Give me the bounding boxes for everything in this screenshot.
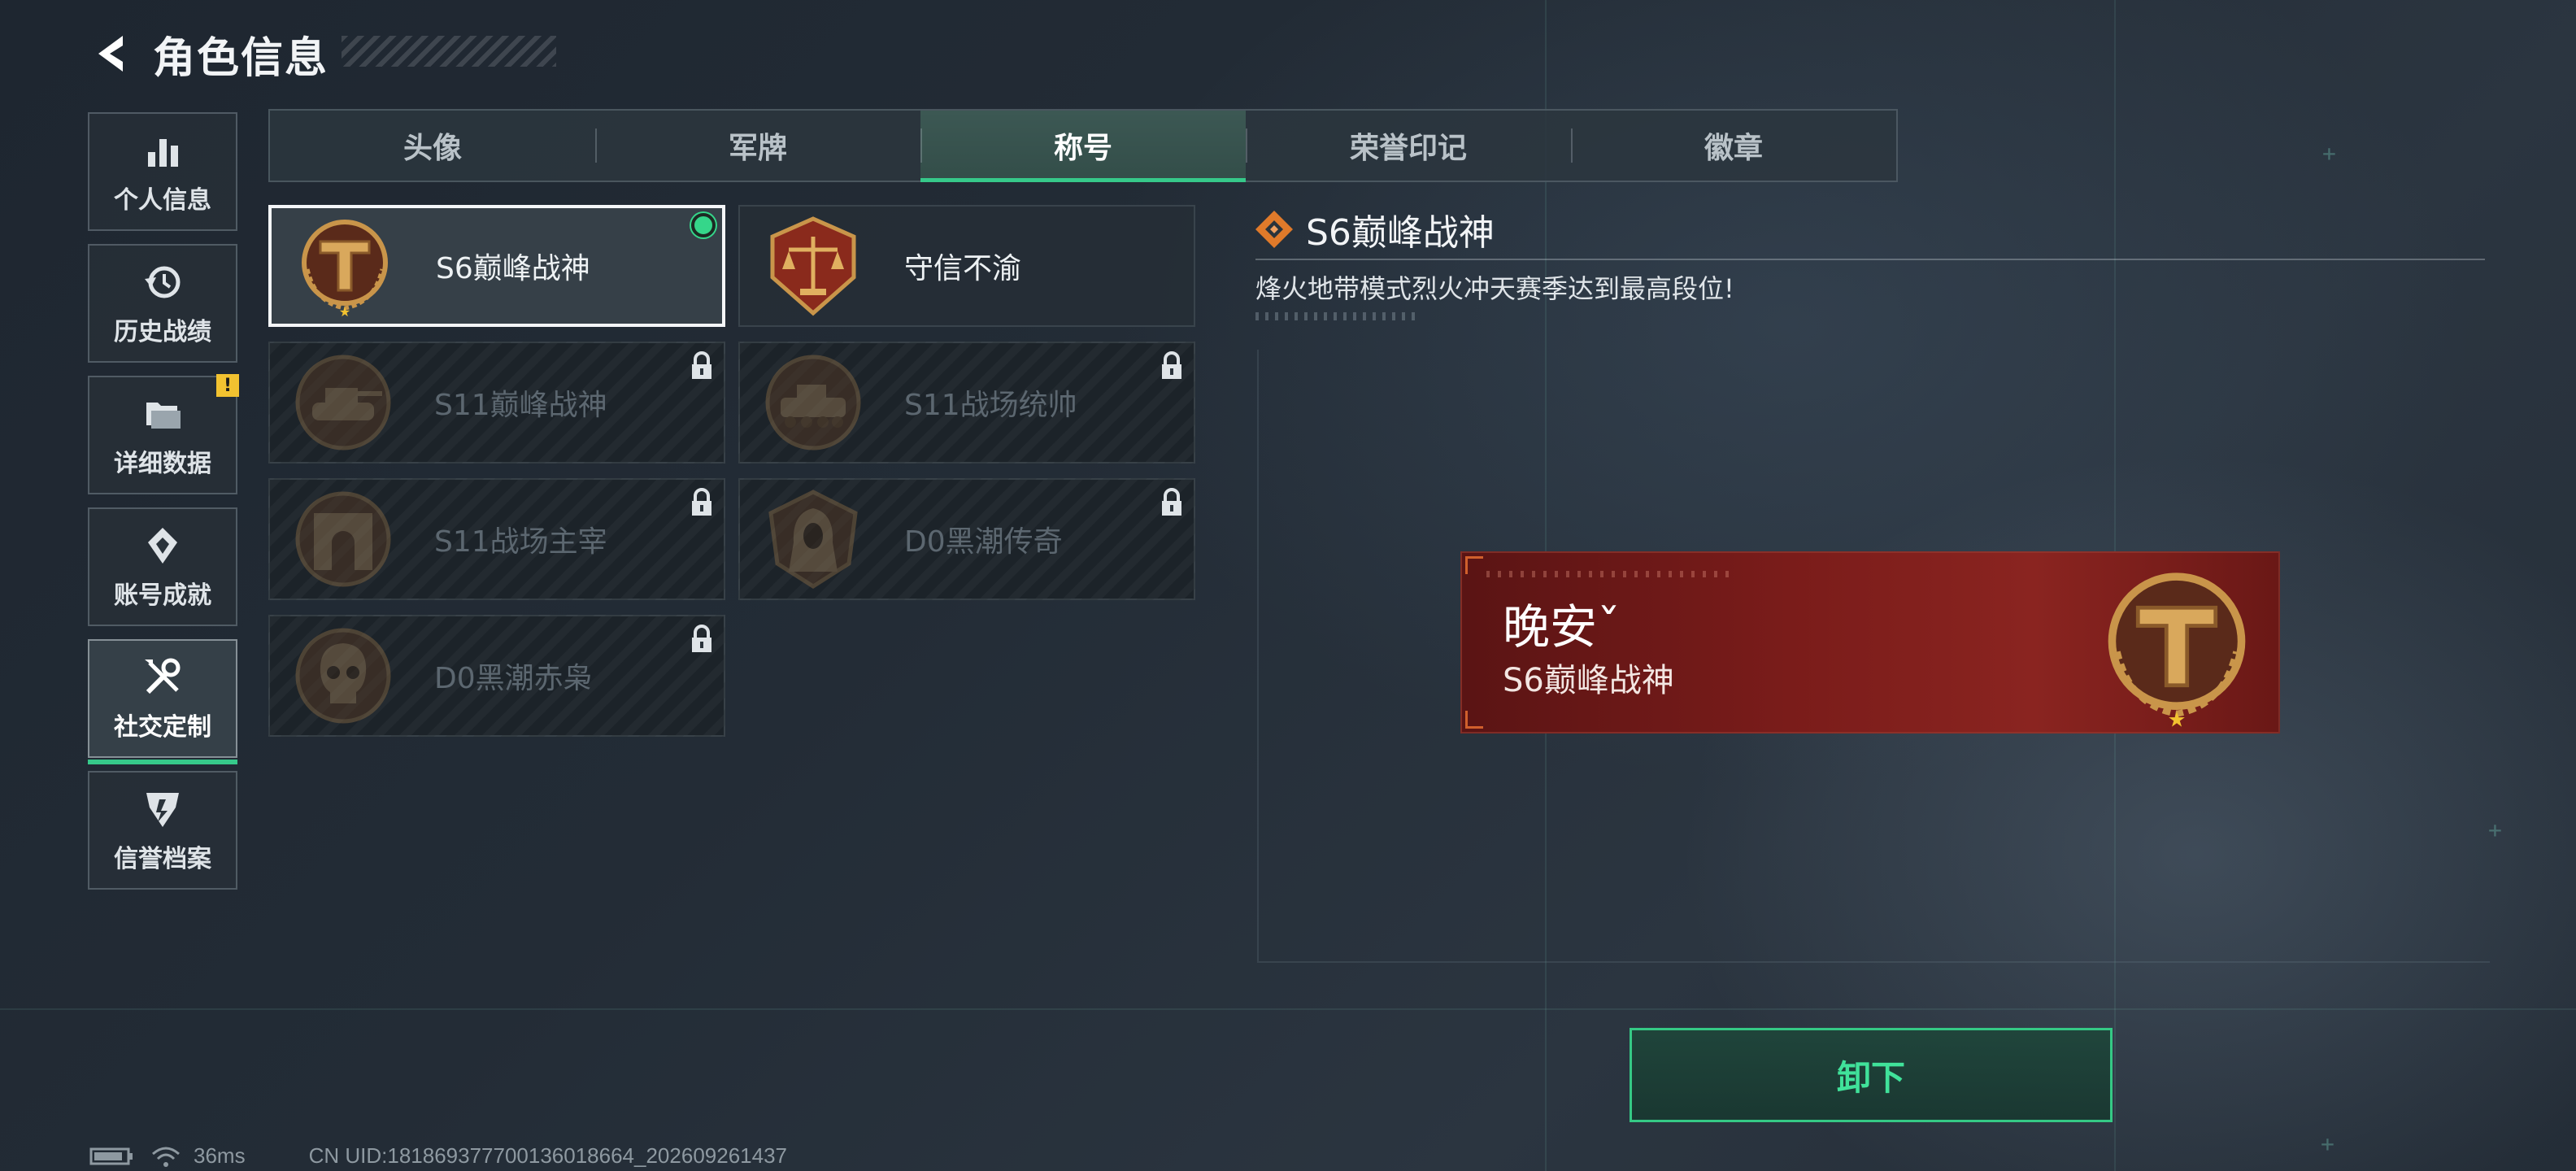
battery-icon (89, 1147, 133, 1164)
bar-chart-icon (148, 139, 178, 167)
diamond-icon (1255, 211, 1293, 248)
title-name: S11战场统帅 (904, 389, 1077, 422)
tab-title[interactable]: 称号 (920, 111, 1246, 182)
hud-gridline (0, 1008, 2576, 1010)
lock-icon (1162, 488, 1181, 516)
detail-title: S6巅峰战神 (1306, 212, 1495, 254)
svg-text:★: ★ (339, 304, 350, 320)
arch-emblem-icon (295, 491, 391, 587)
achievement-icon (148, 528, 177, 564)
hooded-figure-emblem-icon (768, 490, 858, 589)
scales-emblem-icon (770, 216, 856, 316)
title-banner-preview: 晚安ˇ S6巅峰战神 ★ (1460, 551, 2280, 734)
tab-dogtag[interactable]: 军牌 (595, 111, 920, 181)
lock-icon (1162, 351, 1181, 379)
lock-icon (692, 625, 711, 652)
tab-honor-mark[interactable]: 荣誉印记 (1246, 111, 1571, 181)
sidebar-item-social[interactable]: 社交定制 (88, 639, 237, 764)
t-shield-emblem-icon: ★ (2108, 572, 2246, 732)
title-name: S6巅峰战神 (436, 252, 590, 285)
lock-icon (692, 351, 711, 379)
tab-bar: 头像 军牌 称号 荣誉印记 徽章 (268, 109, 1898, 182)
lock-icon (692, 488, 711, 516)
svg-text:★: ★ (2168, 708, 2187, 732)
title-name: S11战场主宰 (434, 525, 607, 559)
armored-vehicle-emblem-icon (765, 355, 861, 451)
tank-emblem-icon (295, 355, 391, 451)
hud-crosshair: + (2321, 1130, 2334, 1157)
back-button[interactable] (85, 25, 141, 82)
tab-avatar[interactable]: 头像 (270, 111, 595, 181)
detail-description: 烽火地带模式烈火冲天赛季达到最高段位! (1255, 273, 1734, 304)
page-title: 角色信息 (153, 33, 329, 83)
title-card[interactable]: S11战场统帅 (738, 342, 1195, 464)
sidebar-item-achievements[interactable]: 账号成就 (88, 507, 237, 626)
detail-header: S6巅峰战神 (1254, 203, 1495, 255)
sidebar-item-credit[interactable]: 信誉档案 (88, 771, 237, 890)
status-bar: 36ms CN UID:181869377700136018664_202609… (89, 1143, 787, 1169)
alert-badge: ! (216, 374, 239, 397)
tab-badge[interactable]: 徽章 (1571, 111, 1896, 181)
title-name: D0黑潮赤枭 (434, 662, 593, 695)
tools-icon (145, 658, 181, 694)
skull-emblem-icon (295, 628, 391, 724)
credit-shield-icon (146, 793, 179, 827)
banner-title: S6巅峰战神 (1503, 662, 1674, 699)
sidebar-item-label: 详细数据 (114, 450, 211, 478)
sidebar-item-details[interactable]: ! 详细数据 (88, 374, 239, 494)
sidebar-item-label: 账号成就 (114, 581, 211, 610)
title-card[interactable]: ★ S6巅峰战神 (268, 205, 725, 327)
title-card[interactable]: D0黑潮传奇 (738, 478, 1195, 600)
divider (1255, 259, 2485, 260)
banner-corner (1465, 556, 1483, 574)
sidebar-item-label: 信誉档案 (114, 845, 211, 873)
player-name: 晚安ˇ (1503, 599, 1621, 655)
folders-icon (146, 403, 181, 429)
wifi-icon (152, 1147, 180, 1167)
user-uid: CN UID:181869377700136018664_20260926143… (308, 1143, 787, 1168)
title-card[interactable]: S11战场主宰 (268, 478, 725, 600)
sidebar-item-history[interactable]: 历史战绩 (88, 244, 237, 363)
title-card[interactable]: S11巅峰战神 (268, 342, 725, 464)
sidebar-item-label: 个人信息 (114, 186, 211, 215)
sidebar-item-label: 历史战绩 (114, 318, 211, 346)
banner-corner (1465, 711, 1483, 729)
ping-value: 36ms (194, 1143, 246, 1168)
back-arrow-icon (98, 36, 123, 72)
equipped-indicator (691, 213, 716, 237)
sidebar-item-label: 社交定制 (114, 713, 211, 742)
sidebar: 个人信息 历史战绩 ! 详细数据 账号成就 社交定制 信誉档案 (88, 112, 239, 903)
t-shield-emblem-icon: ★ (302, 220, 388, 320)
page-header: 角色信息 (85, 21, 329, 86)
hud-crosshair: + (2488, 816, 2502, 843)
history-clock-icon (145, 266, 181, 298)
sidebar-item-profile[interactable]: 个人信息 (88, 112, 237, 231)
title-card[interactable]: 守信不渝 (738, 205, 1195, 327)
decorative-ticks (1255, 312, 1418, 320)
title-card[interactable]: D0黑潮赤枭 (268, 615, 725, 737)
hud-crosshair: + (2322, 140, 2336, 167)
unequip-button[interactable]: 卸下 (1630, 1028, 2113, 1122)
banner-decoration (1486, 571, 1730, 577)
title-name: 守信不渝 (904, 252, 1022, 285)
title-stripes (342, 36, 556, 67)
title-name: D0黑潮传奇 (904, 525, 1063, 559)
title-name: S11巅峰战神 (434, 389, 607, 422)
